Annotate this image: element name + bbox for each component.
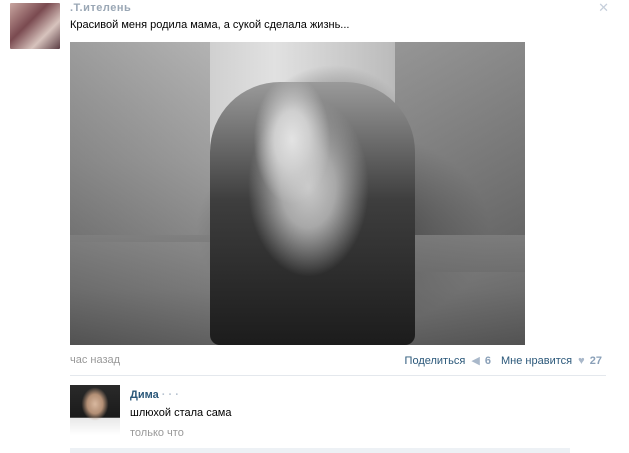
- photo-person: [210, 82, 415, 345]
- share-button[interactable]: Поделиться ◀ 6: [405, 354, 491, 367]
- post-text: Красивой меня родила мама, а сукой сдела…: [70, 19, 350, 31]
- comment-author-surname: · · ·: [161, 389, 179, 401]
- post-actions: Поделиться ◀ 6 Мне нравится ♥ 27: [405, 354, 602, 368]
- comment-text: шлюхой стала сама: [130, 407, 232, 419]
- like-label: Мне нравится: [501, 354, 573, 367]
- share-label: Поделиться: [404, 355, 466, 367]
- heart-icon: ♥: [578, 354, 585, 367]
- megaphone-icon: ◀: [471, 355, 480, 367]
- like-button[interactable]: Мне нравится ♥ 27: [501, 355, 602, 367]
- comment-input-bar[interactable]: [70, 448, 570, 453]
- post-author-avatar[interactable]: [10, 3, 60, 49]
- share-count: 6: [484, 355, 491, 367]
- close-icon[interactable]: ✕: [598, 0, 609, 16]
- comment-author-avatar[interactable]: [70, 385, 120, 435]
- comment-author-name: Дима: [130, 389, 159, 401]
- comment-time[interactable]: только что: [130, 427, 184, 439]
- comment-author[interactable]: Дима · · ·: [130, 389, 179, 401]
- divider: [70, 375, 606, 376]
- post-time[interactable]: час назад: [70, 354, 120, 366]
- photo-building-left: [70, 42, 210, 242]
- post-photo[interactable]: [70, 42, 525, 345]
- post-author-name[interactable]: .Т.ителень: [70, 2, 131, 14]
- like-count: 27: [589, 354, 602, 367]
